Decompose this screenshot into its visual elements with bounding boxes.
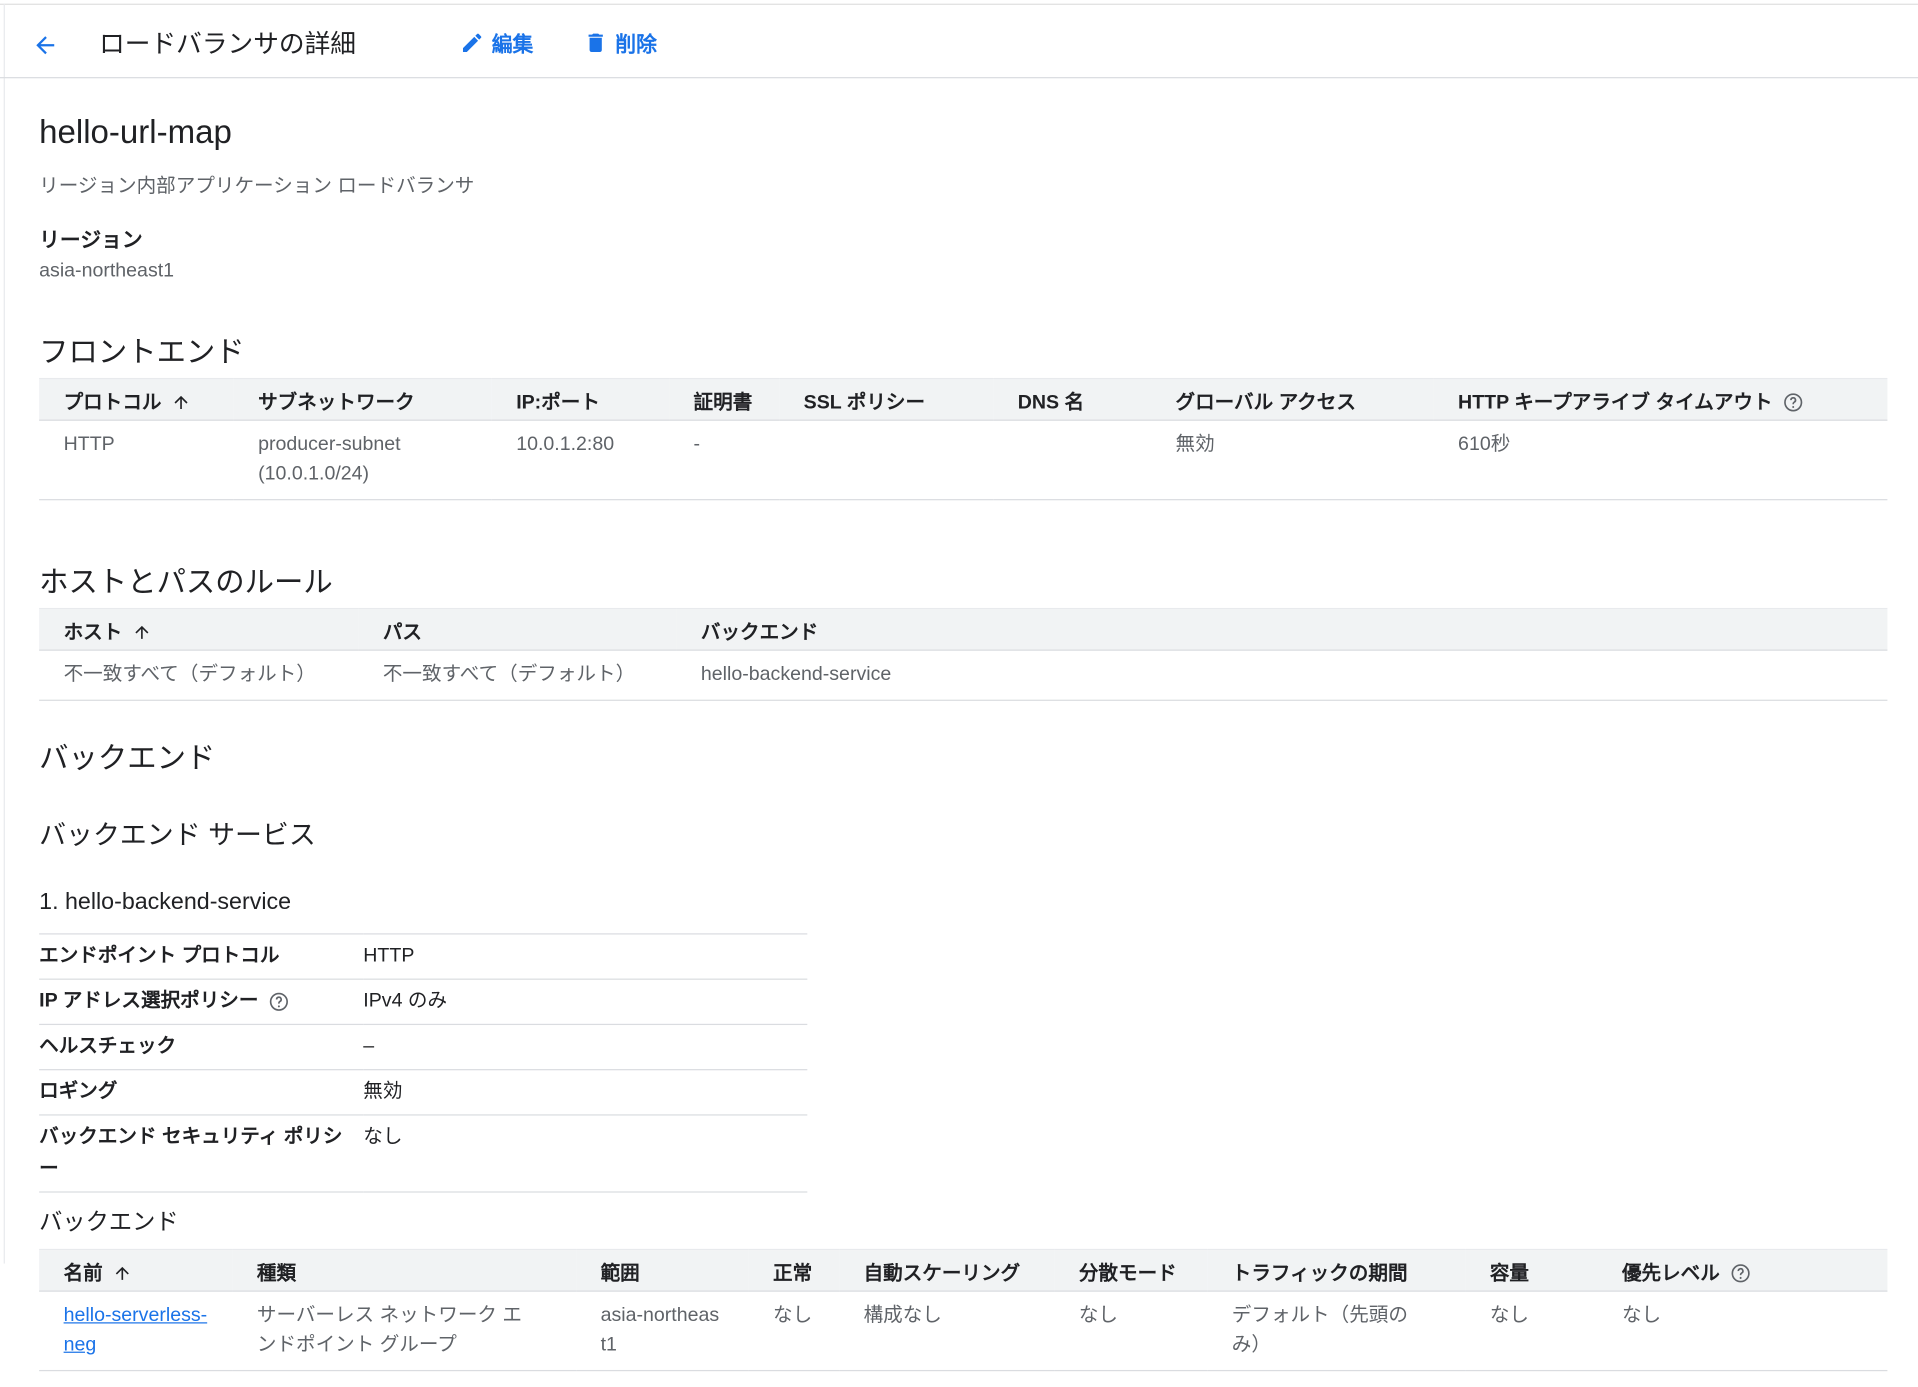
table-row: HTTP producer-subnet (10.0.1.0/24) 10.0.… xyxy=(39,420,1888,501)
lb-type: リージョン内部アプリケーション ロードバランサ xyxy=(39,176,475,197)
cell-host: 不一致すべて（デフォルト） xyxy=(39,650,359,701)
page-title: ロードバランサの詳細 xyxy=(99,30,356,59)
col-autoscaling: 自動スケーリング xyxy=(839,1248,1055,1292)
table-row: hello-serverless-neg サーバーレス ネットワーク エンドポイ… xyxy=(39,1291,1888,1372)
col-backend: バックエンド xyxy=(676,607,1888,651)
backends-table: 名前 種類 範囲 正常 自動スケーリング 分散モード トラフィックの期間 容量 … xyxy=(39,1248,1888,1372)
col-type: 種類 xyxy=(232,1248,577,1292)
cell-path: 不一致すべて（デフォルト） xyxy=(358,650,677,701)
frontend-title: フロントエンド xyxy=(39,336,245,370)
property-key: エンドポイント プロトコル xyxy=(39,933,364,980)
property-key: ヘルスチェック xyxy=(39,1023,364,1070)
lb-name: hello-url-map xyxy=(39,113,232,151)
col-path: パス xyxy=(358,607,677,651)
frontend-table: プロトコル サブネットワーク IP:ポート 証明書 SSL ポリシー DNS 名… xyxy=(39,377,1888,501)
property-key: IP アドレス選択ポリシー xyxy=(39,978,364,1025)
sort-arrow-up-icon[interactable] xyxy=(171,393,191,413)
page: ロードバランサの詳細 編集 削除 hello-url-map リージョン内部アプ… xyxy=(0,0,1918,1387)
host-rules-header-row: ホスト パス バックエンド xyxy=(39,607,1888,651)
cell-name: hello-serverless-neg xyxy=(39,1291,233,1372)
trash-icon xyxy=(588,33,603,52)
col-certificate: 証明書 xyxy=(669,377,780,421)
help-icon[interactable] xyxy=(268,991,290,1013)
property-row: ヘルスチェック – xyxy=(39,1023,808,1070)
col-host[interactable]: ホスト xyxy=(39,607,359,651)
property-key: ロギング xyxy=(39,1069,364,1115)
delete-label: 削除 xyxy=(615,33,657,57)
cell-global-access: 無効 xyxy=(1151,420,1434,501)
cell-protocol: HTTP xyxy=(39,420,234,501)
property-row: IP アドレス選択ポリシー IPv4 のみ xyxy=(39,978,808,1025)
property-key: バックエンド セキュリティ ポリシー xyxy=(39,1114,364,1193)
backends-title: バックエンド xyxy=(39,742,216,776)
toolbar: ロードバランサの詳細 編集 削除 xyxy=(0,5,1918,79)
help-icon[interactable] xyxy=(1782,392,1804,414)
table-row: 不一致すべて（デフォルト） 不一致すべて（デフォルト） hello-backen… xyxy=(39,650,1888,701)
edit-button[interactable]: 編集 xyxy=(460,27,533,58)
col-global-access: グローバル アクセス xyxy=(1151,377,1434,421)
col-subnetwork: サブネットワーク xyxy=(233,377,492,421)
backend-service-properties: エンドポイント プロトコル HTTP IP アドレス選択ポリシー IPv4 のみ… xyxy=(39,933,808,1193)
edit-label: 編集 xyxy=(491,33,534,57)
backends-header-row: 名前 種類 範囲 正常 自動スケーリング 分散モード トラフィックの期間 容量 … xyxy=(39,1248,1888,1292)
cell-ip-port: 10.0.1.2:80 xyxy=(491,420,670,501)
col-protocol[interactable]: プロトコル xyxy=(39,377,234,421)
property-value: なし xyxy=(363,1114,808,1193)
cell-subnetwork: producer-subnet (10.0.1.0/24) xyxy=(233,420,492,501)
host-rules-title: ホストとパスのルール xyxy=(39,566,333,600)
left-border xyxy=(3,3,5,1264)
property-value: IPv4 のみ xyxy=(363,978,808,1025)
back-button[interactable] xyxy=(27,27,64,64)
col-ssl-policy: SSL ポリシー xyxy=(779,377,994,421)
cell-type: サーバーレス ネットワーク エンドポイント グループ xyxy=(232,1291,577,1372)
frontend-header-row: プロトコル サブネットワーク IP:ポート 証明書 SSL ポリシー DNS 名… xyxy=(39,377,1888,421)
property-value: 無効 xyxy=(363,1069,808,1115)
cell-backend: hello-backend-service xyxy=(676,650,1888,701)
col-priority: 優先レベル xyxy=(1597,1248,1888,1292)
cell-traffic-duration: デフォルト（先頭のみ） xyxy=(1207,1291,1466,1372)
property-value: HTTP xyxy=(363,933,808,980)
cell-balancing-mode: なし xyxy=(1054,1291,1208,1372)
col-capacity: 容量 xyxy=(1465,1248,1598,1292)
host-rules-table: ホスト パス バックエンド 不一致すべて（デフォルト） 不一致すべて（デフォルト… xyxy=(39,607,1888,701)
col-scope: 範囲 xyxy=(576,1248,749,1292)
property-row: ロギング 無効 xyxy=(39,1069,808,1115)
help-icon[interactable] xyxy=(1730,1263,1752,1285)
pencil-icon xyxy=(462,33,482,52)
region-label: リージョン xyxy=(39,228,143,252)
sort-arrow-up-icon[interactable] xyxy=(113,1264,133,1284)
cell-ssl-policy xyxy=(779,420,994,501)
property-row: バックエンド セキュリティ ポリシー なし xyxy=(39,1114,808,1193)
delete-button[interactable]: 削除 xyxy=(583,27,657,58)
cell-autoscaling: 構成なし xyxy=(839,1291,1055,1372)
cell-capacity: なし xyxy=(1465,1291,1598,1372)
arrow-left-icon xyxy=(36,36,55,55)
cell-keepalive-timeout: 610秒 xyxy=(1433,420,1888,501)
col-healthy: 正常 xyxy=(748,1248,840,1292)
property-row: エンドポイント プロトコル HTTP xyxy=(39,933,808,980)
region-value: asia-northeast1 xyxy=(39,260,175,282)
backend-service-name: 1. hello-backend-service xyxy=(39,889,292,915)
col-name[interactable]: 名前 xyxy=(39,1248,233,1292)
cell-certificate: - xyxy=(669,420,780,501)
col-keepalive-timeout: HTTP キープアライブ タイムアウト xyxy=(1433,377,1888,421)
col-traffic-duration: トラフィックの期間 xyxy=(1207,1248,1466,1292)
cell-dns-name xyxy=(993,420,1152,501)
col-balancing-mode: 分散モード xyxy=(1054,1248,1208,1292)
backend-name-link[interactable]: hello-serverless-neg xyxy=(64,1301,208,1360)
backend-table-title: バックエンド xyxy=(39,1209,179,1236)
cell-healthy: なし xyxy=(748,1291,840,1372)
cell-scope: asia-northeast1 xyxy=(576,1291,749,1372)
col-ip-port: IP:ポート xyxy=(491,377,670,421)
backend-services-title: バックエンド サービス xyxy=(39,819,316,851)
sort-arrow-up-icon[interactable] xyxy=(132,623,152,643)
property-value: – xyxy=(363,1023,808,1070)
cell-priority: なし xyxy=(1597,1291,1888,1372)
col-dns-name: DNS 名 xyxy=(993,377,1152,421)
